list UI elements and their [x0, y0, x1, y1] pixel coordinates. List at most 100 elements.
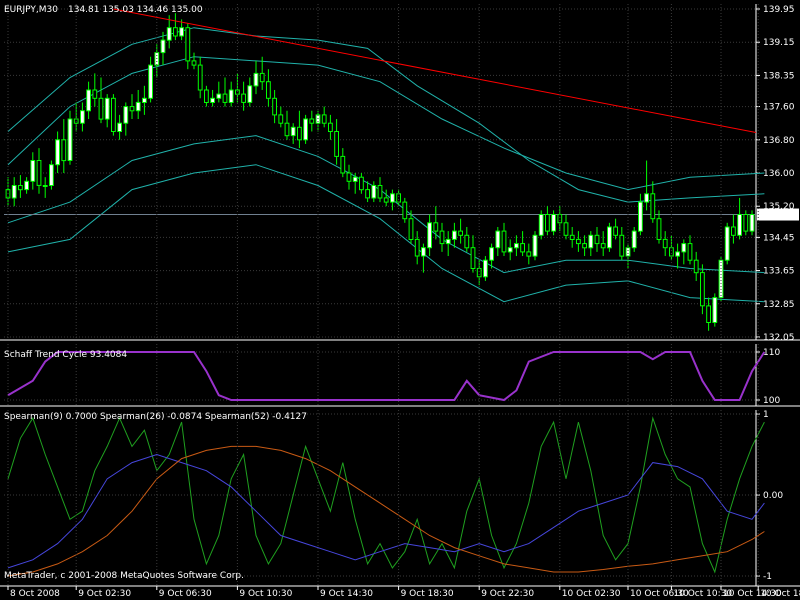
- bull-candle-body: [142, 97, 147, 104]
- price-label: 134.45: [763, 233, 795, 243]
- bear-candle-body: [36, 160, 42, 186]
- bull-candle-body: [290, 126, 296, 137]
- time-label: 10 Oct 18:30: [760, 589, 800, 599]
- bull-candle-body: [24, 180, 30, 191]
- bear-candle-body: [173, 27, 178, 37]
- chart-background: [0, 0, 800, 600]
- bear-candle-body: [687, 243, 693, 261]
- time-label: 9 Oct 18:30: [401, 589, 454, 599]
- candle[interactable]: [607, 222, 612, 252]
- time-label: 9 Oct 22:30: [481, 589, 534, 599]
- bear-candle-body: [594, 234, 600, 245]
- time-label: 10 Oct 02:30: [562, 589, 621, 599]
- price-label: 136.00: [763, 169, 795, 179]
- bull-candle-body: [507, 247, 513, 253]
- candle[interactable]: [551, 210, 557, 236]
- price-label: 137.60: [763, 103, 795, 113]
- bear-candle-body: [693, 259, 699, 274]
- bear-candle-body: [557, 214, 563, 224]
- candle[interactable]: [303, 114, 309, 144]
- candle[interactable]: [538, 210, 544, 240]
- bear-candle-body: [309, 118, 315, 124]
- bull-candle-body: [30, 160, 36, 182]
- spearman-tick-label: -1: [763, 572, 772, 582]
- chart-root: 139.95 139.15 138.35 137.60 136.80 136.00 135.…: [0, 0, 800, 600]
- candle[interactable]: [724, 222, 730, 265]
- bull-candle-body: [588, 234, 594, 249]
- bull-candle-body: [352, 176, 358, 182]
- bull-candle-body: [166, 27, 172, 41]
- bull-candle-body: [49, 164, 54, 186]
- bear-candle-body: [700, 272, 705, 307]
- time-label: 9 Oct 10:30: [239, 589, 292, 599]
- bull-candle-body: [228, 89, 234, 103]
- bear-candle-body: [669, 247, 674, 257]
- bear-candle-body: [185, 27, 191, 62]
- current-price-tag: 135.00: [757, 208, 799, 221]
- bear-candle-body: [439, 230, 445, 245]
- bear-candle-body: [334, 131, 340, 157]
- candle[interactable]: [749, 210, 755, 236]
- bear-candle-body: [731, 226, 736, 236]
- spearman-tick-label: 1: [763, 410, 769, 420]
- bear-candle-body: [111, 97, 116, 133]
- bear-candle-body: [328, 122, 333, 132]
- bull-candle-body: [371, 185, 377, 199]
- candle[interactable]: [49, 160, 54, 190]
- bear-candle-body: [569, 234, 575, 241]
- bear-candle-body: [656, 218, 662, 240]
- bear-candle-body: [613, 226, 619, 236]
- bull-candle-body: [483, 259, 488, 278]
- bull-candle-body: [179, 27, 184, 37]
- price-label: 139.95: [763, 5, 795, 15]
- candle[interactable]: [483, 256, 488, 281]
- bear-candle-body: [98, 97, 104, 120]
- bull-candle-body: [117, 122, 122, 132]
- candle[interactable]: [712, 293, 718, 327]
- ohlc-readout: 134.81 135.03 134.46 135.00: [68, 5, 203, 15]
- bear-candle-body: [346, 172, 352, 182]
- bull-candle-body: [86, 89, 91, 112]
- candle[interactable]: [402, 197, 408, 223]
- bear-candle-body: [297, 126, 302, 141]
- stc-tick-label: 100: [763, 396, 780, 406]
- candle[interactable]: [111, 94, 116, 136]
- spearman-title: Spearman(9) 0.7000 Spearman(26) -0.0874 …: [4, 412, 307, 422]
- bear-candle-body: [197, 64, 203, 91]
- bull-candle-body: [104, 97, 110, 120]
- candle[interactable]: [631, 226, 637, 252]
- bull-candle-body: [247, 85, 253, 103]
- bear-candle-body: [204, 89, 209, 103]
- candle[interactable]: [743, 210, 749, 236]
- time-label: 9 Oct 06:30: [159, 589, 212, 599]
- price-label: 132.85: [763, 300, 795, 310]
- bear-candle-body: [266, 81, 271, 99]
- bear-candle-body: [284, 122, 290, 137]
- bear-candle-body: [619, 234, 625, 257]
- time-label: 8 Oct 2008: [10, 589, 60, 599]
- bull-candle-body: [303, 118, 309, 141]
- bull-candle-body: [210, 97, 215, 104]
- price-label: 136.80: [763, 136, 795, 146]
- bear-candle-body: [582, 243, 588, 249]
- price-label: 133.65: [763, 267, 795, 277]
- bull-candle-body: [253, 72, 259, 87]
- bear-candle-body: [526, 251, 532, 257]
- bull-candle-body: [532, 234, 538, 257]
- current-price-label: 135.00: [763, 211, 795, 221]
- candle[interactable]: [67, 110, 73, 165]
- bear-candle-body: [470, 247, 476, 269]
- bull-candle-body: [123, 106, 129, 124]
- bull-candle-body: [551, 214, 557, 232]
- price-label: 132.05: [763, 333, 795, 343]
- bear-candle-body: [278, 114, 284, 124]
- candle[interactable]: [532, 231, 538, 261]
- bull-candle-body: [452, 230, 457, 240]
- bull-candle-body: [216, 93, 222, 99]
- bear-candle-body: [464, 234, 470, 249]
- bull-candle-body: [724, 226, 730, 261]
- bull-candle-body: [675, 251, 681, 257]
- stc-tick-label: 110: [763, 348, 780, 358]
- bear-candle-body: [340, 155, 346, 174]
- bull-candle-body: [489, 247, 495, 261]
